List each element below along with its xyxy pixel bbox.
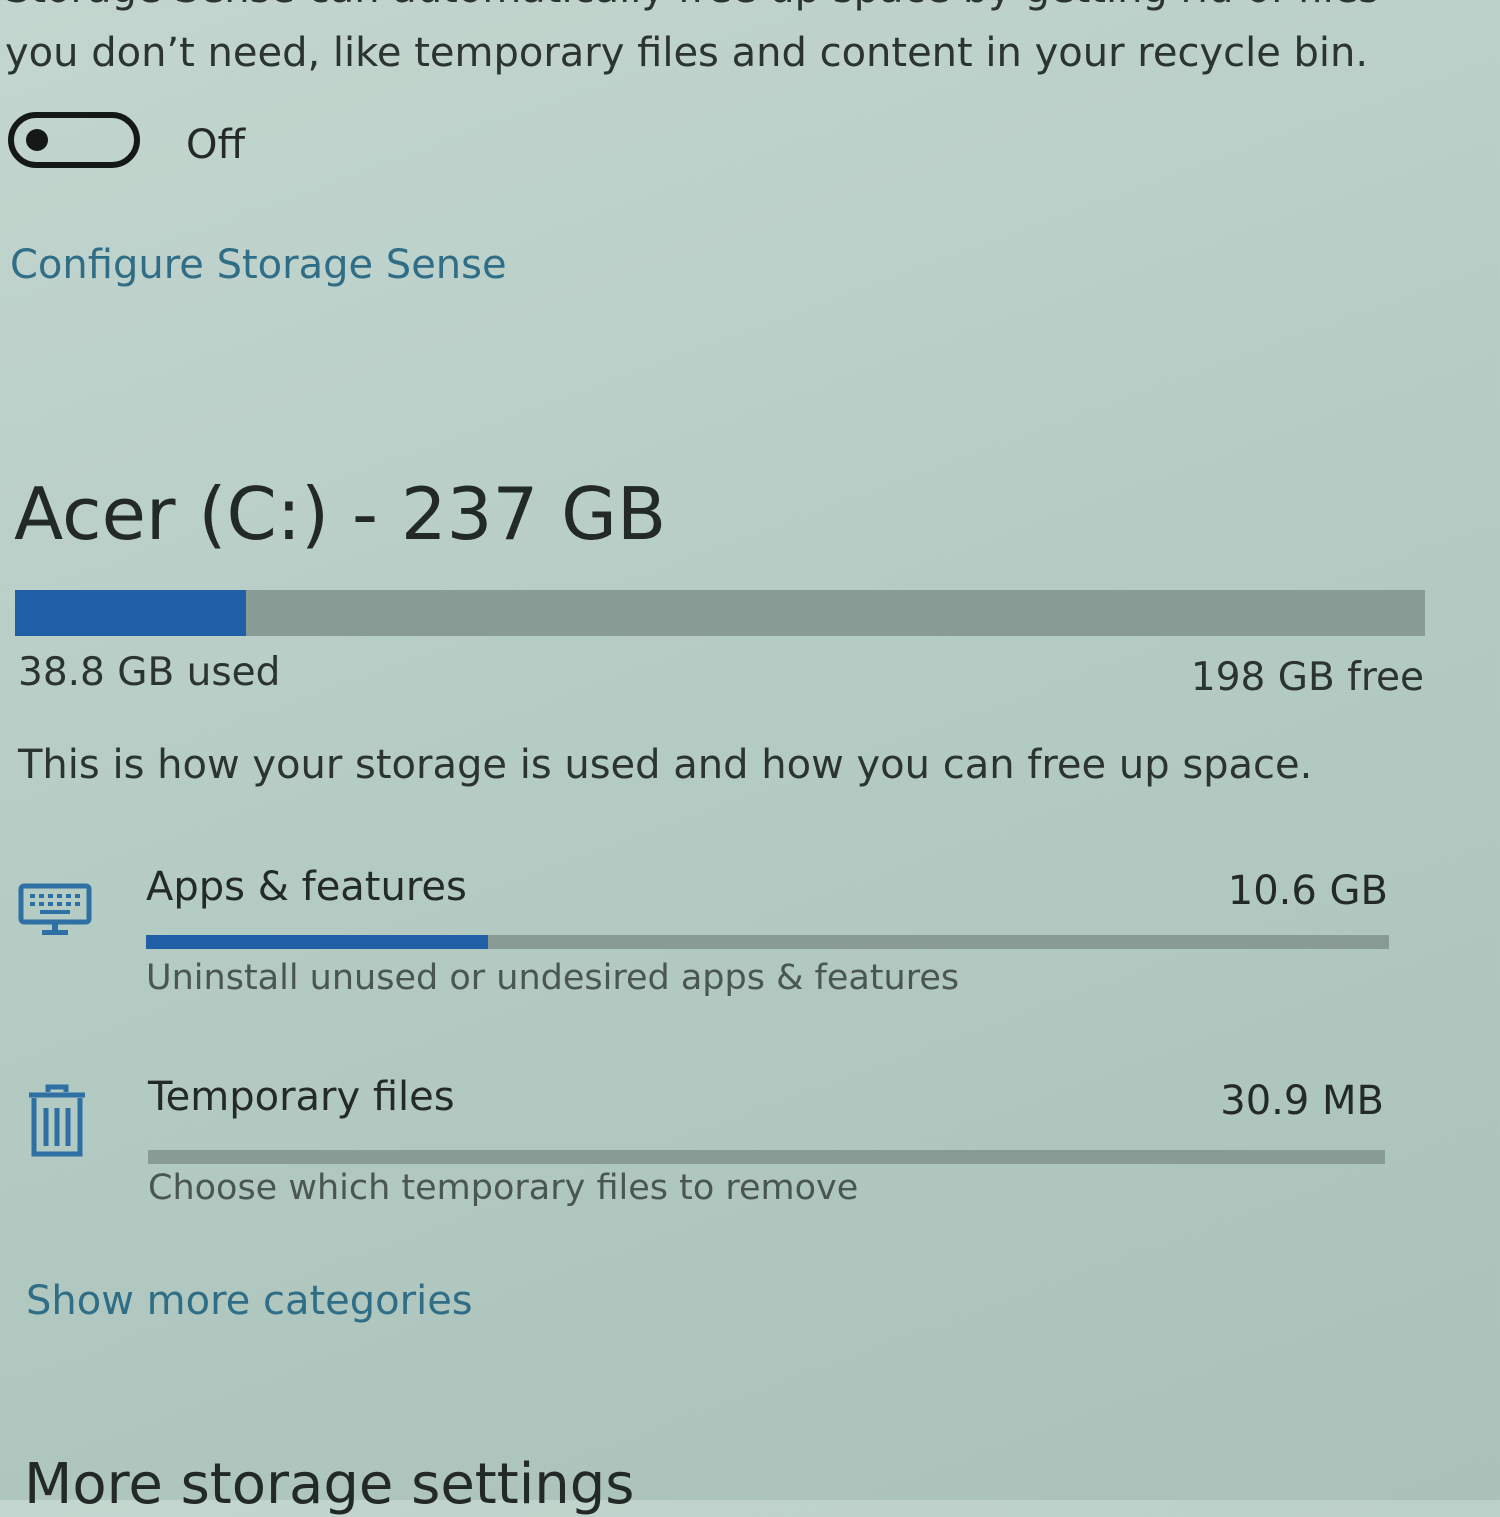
storage-sense-description-line2: you don’t need, like temporary files and… <box>5 30 1369 76</box>
toggle-state-label: Off <box>186 122 246 168</box>
temporary-files-usage-bar <box>148 1150 1385 1164</box>
apps-features-size: 10.6 GB <box>1227 868 1388 914</box>
apps-features-usage-fill <box>146 935 488 949</box>
apps-features-title[interactable]: Apps & features <box>146 864 467 910</box>
used-space-label: 38.8 GB used <box>18 650 281 695</box>
more-storage-settings-heading: More storage settings <box>24 1452 635 1517</box>
toggle-knob <box>26 129 48 151</box>
trash-icon[interactable] <box>26 1084 88 1158</box>
drive-usage-bar <box>15 590 1425 636</box>
storage-sense-description-line1: Storage Sense can automatically free up … <box>5 0 1379 12</box>
temporary-files-size: 30.9 MB <box>1220 1078 1384 1124</box>
apps-features-usage-bar <box>146 935 1389 949</box>
storage-intro-text: This is how your storage is used and how… <box>18 742 1313 788</box>
apps-features-subtext: Uninstall unused or undesired apps & fea… <box>146 958 960 998</box>
free-space-label: 198 GB free <box>1190 655 1424 700</box>
drive-usage-fill <box>15 590 247 636</box>
storage-sense-toggle[interactable] <box>8 112 140 168</box>
temporary-files-subtext: Choose which temporary files to remove <box>148 1168 859 1208</box>
drive-title: Acer (C:) - 237 GB <box>14 472 667 556</box>
temporary-files-title[interactable]: Temporary files <box>148 1074 455 1120</box>
configure-storage-sense-link[interactable]: Configure Storage Sense <box>10 242 507 288</box>
keyboard-icon[interactable] <box>18 880 92 938</box>
show-more-categories-link[interactable]: Show more categories <box>26 1278 473 1324</box>
